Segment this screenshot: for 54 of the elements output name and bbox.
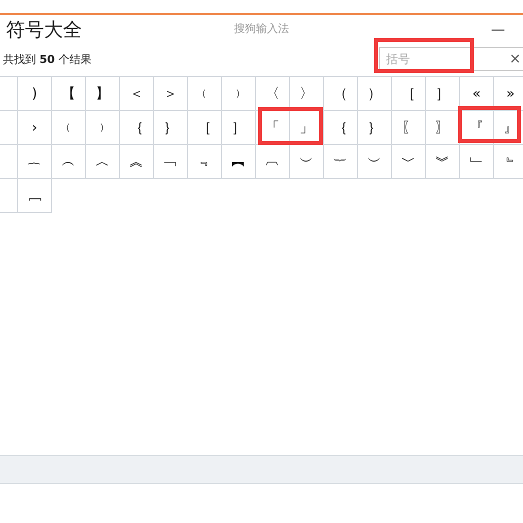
symbol-cell[interactable]: ︸	[324, 145, 358, 179]
symbol-cell[interactable]: ﹃	[188, 145, 222, 179]
annotation-box	[258, 107, 323, 145]
symbol-cell[interactable]: 〉	[290, 77, 324, 111]
symbol-cell[interactable]: ﹀	[392, 145, 426, 179]
annotation-box	[458, 106, 521, 143]
symbol-cell[interactable]: 」	[290, 111, 324, 145]
symbol-cell[interactable]: ›	[18, 111, 52, 145]
symbol-cell[interactable]: ］	[222, 111, 256, 145]
window-title: 符号大全	[6, 18, 82, 43]
result-count: 共找到 50 个结果	[3, 52, 92, 66]
symbol-cell[interactable]: »	[494, 77, 523, 111]
symbol-cell[interactable]: ︾	[426, 145, 460, 179]
symbol-cell[interactable]: 〖	[392, 111, 426, 145]
symbol-cell[interactable]: ［	[392, 77, 426, 111]
symbol-cell[interactable]: ︶	[290, 145, 324, 179]
symbol-cell[interactable]: ﹚	[222, 77, 256, 111]
symbol-cell[interactable]: )	[18, 77, 52, 111]
symbol-cell[interactable]: ﹙	[188, 77, 222, 111]
symbol-cell[interactable]: 】	[86, 77, 120, 111]
symbol-cell[interactable]: ］	[426, 77, 460, 111]
symbol-cell[interactable]: ﹙	[52, 111, 86, 145]
minimize-button[interactable]: —	[491, 22, 505, 38]
symbol-cell[interactable]: ｝	[154, 111, 188, 145]
app-name: 搜狗输入法	[234, 21, 289, 36]
clear-button[interactable]: ×	[509, 51, 521, 67]
symbol-cell[interactable]: ︽	[120, 145, 154, 179]
symbol-cell[interactable]: （	[324, 77, 358, 111]
symbol-cell[interactable]: ）	[358, 77, 392, 111]
symbol-cell[interactable]: ﹈	[18, 179, 52, 213]
symbol-cell[interactable]: ＞	[154, 77, 188, 111]
symbol-cell[interactable]: ︶	[358, 145, 392, 179]
symbol-cell[interactable]: ︷	[18, 145, 52, 179]
search-field[interactable]: 括号 ×	[379, 47, 523, 71]
symbol-cell[interactable]: ＜	[120, 77, 154, 111]
symbol-cell[interactable]: 「	[256, 111, 290, 145]
symbol-cell[interactable]: ｝	[358, 111, 392, 145]
symbol-cell[interactable]: ﹚	[86, 111, 120, 145]
symbol-cell[interactable]: 〈	[256, 77, 290, 111]
symbol-cell[interactable]: ﹄	[494, 145, 523, 179]
symbol-cell[interactable]: ［	[188, 111, 222, 145]
symbol-cell[interactable]: ｛	[120, 111, 154, 145]
symbol-cell[interactable]: ｛	[324, 111, 358, 145]
symbol-cell[interactable]: ︻	[222, 145, 256, 179]
symbol-cell[interactable]: 〗	[426, 111, 460, 145]
symbol-cell[interactable]: ︿	[86, 145, 120, 179]
symbol-cell[interactable]: ﹁	[154, 145, 188, 179]
symbol-cell[interactable]: ︹	[256, 145, 290, 179]
symbol-cell[interactable]: 』	[494, 111, 523, 145]
symbol-cell[interactable]: ︵	[52, 145, 86, 179]
symbol-cell[interactable]: 【	[52, 77, 86, 111]
symbol-cell[interactable]: «	[460, 77, 494, 111]
symbol-cell[interactable]: ﹂	[460, 145, 494, 179]
symbol-cell[interactable]: 『	[460, 111, 494, 145]
